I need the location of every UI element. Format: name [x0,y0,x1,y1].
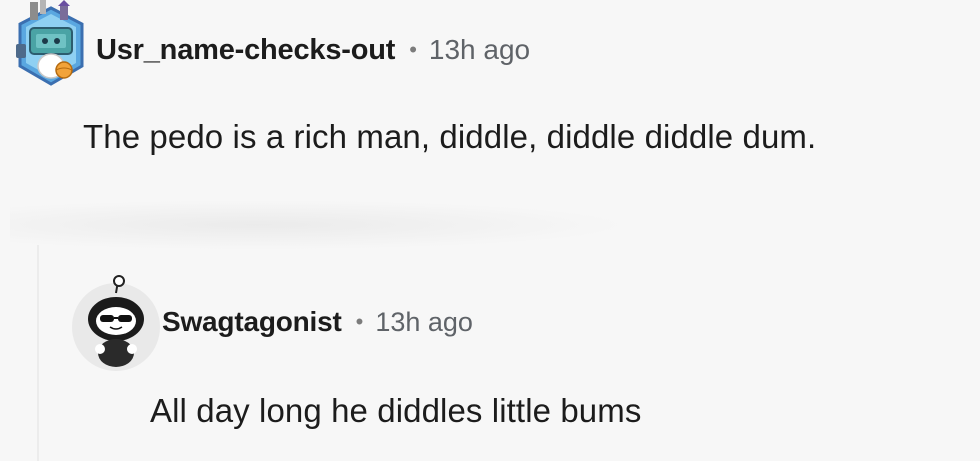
timestamp[interactable]: 13h ago [429,34,530,66]
username[interactable]: Usr_name-checks-out [96,34,395,67]
comment: Usr_name-checks-out • 13h ago The pedo i… [10,0,970,220]
comment-meta: Usr_name-checks-out • 13h ago [96,30,530,70]
timestamp[interactable]: 13h ago [375,307,473,338]
snoo-avatar-chest-icon[interactable] [10,0,92,95]
reply-comment: Swagtagonist • 13h ago All day long he d… [70,270,970,461]
background-smudge [10,200,630,250]
separator-dot: • [355,309,364,334]
username[interactable]: Swagtagonist [162,306,342,338]
comment-thread: Usr_name-checks-out • 13h ago The pedo i… [0,0,980,461]
snoo-avatar-sunglasses-icon[interactable] [70,275,162,375]
separator-dot: • [409,37,417,62]
comment-meta: Swagtagonist • 13h ago [162,302,473,342]
thread-line[interactable] [37,245,39,461]
comment-body: The pedo is a rich man, diddle, diddle d… [83,118,817,155]
comment-body: All day long he diddles little bums [150,392,642,429]
